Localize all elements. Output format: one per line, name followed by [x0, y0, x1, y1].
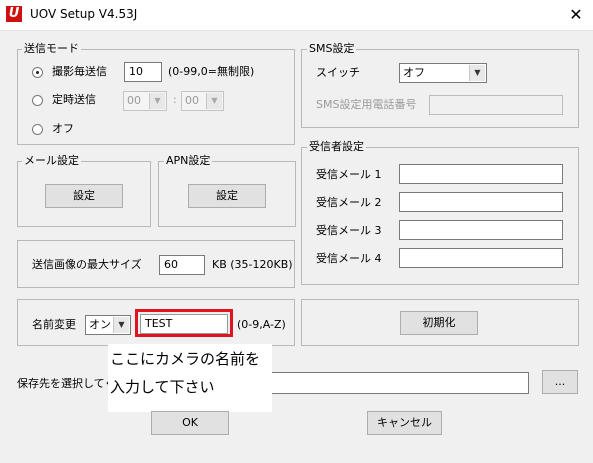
- window-title: UOV Setup V4.53J: [30, 7, 138, 21]
- recipient-email-input-2[interactable]: [399, 192, 563, 212]
- time-separator: :: [173, 93, 177, 106]
- cancel-button-label: キャンセル: [377, 416, 432, 429]
- image-size-input[interactable]: 60: [159, 255, 205, 275]
- cancel-button[interactable]: キャンセル: [367, 411, 442, 435]
- recipient-label-3: 受信メール 3: [316, 224, 382, 237]
- chevron-down-icon: ▼: [469, 65, 485, 81]
- sms-switch-value: オフ: [403, 66, 425, 79]
- browse-button-label: ...: [554, 375, 566, 388]
- recipient-label-1: 受信メール 1: [316, 168, 382, 181]
- rename-toggle-value: オン: [89, 318, 111, 331]
- ok-button-label: OK: [182, 416, 198, 429]
- chevron-down-icon: ▼: [149, 93, 165, 109]
- chevron-down-icon: ▼: [206, 93, 222, 109]
- per-shot-radio[interactable]: [32, 67, 43, 78]
- app-icon: U: [6, 6, 22, 22]
- mail-settings-button[interactable]: 設定: [45, 184, 123, 208]
- sms-phone-label: SMS設定用電話番号: [316, 98, 417, 111]
- rename-label: 名前変更: [32, 318, 76, 331]
- apn-settings-legend: APN設定: [164, 154, 213, 167]
- overlay-hint-line-2: 入力して下さい: [110, 378, 215, 396]
- recipient-label-2: 受信メール 2: [316, 196, 382, 209]
- browse-button[interactable]: ...: [542, 370, 578, 394]
- per-shot-count-input[interactable]: 10: [124, 62, 162, 82]
- recipient-email-input-1[interactable]: [399, 164, 563, 184]
- hour-value: 00: [127, 94, 141, 107]
- off-label[interactable]: オフ: [52, 122, 74, 136]
- ok-button[interactable]: OK: [151, 411, 229, 435]
- image-size-label: 送信画像の最大サイズ: [32, 258, 142, 271]
- off-radio[interactable]: [32, 124, 43, 135]
- recipient-email-input-4[interactable]: [399, 248, 563, 268]
- apn-settings-button[interactable]: 設定: [188, 184, 266, 208]
- recipient-email-input-3[interactable]: [399, 220, 563, 240]
- overlay-hint-line-1: ここにカメラの名前を: [110, 350, 261, 368]
- send-mode-legend: 送信モード: [22, 42, 81, 55]
- minute-select[interactable]: 00 ▼: [181, 91, 224, 111]
- save-location-input[interactable]: [268, 372, 529, 394]
- minute-value: 00: [185, 94, 199, 107]
- hour-select[interactable]: 00 ▼: [123, 91, 167, 111]
- recipients-legend: 受信者設定: [307, 140, 366, 153]
- recipient-label-4: 受信メール 4: [316, 252, 382, 265]
- mail-settings-legend: メール設定: [22, 154, 81, 167]
- per-shot-hint: (0-99,0=無制限): [168, 65, 255, 78]
- sms-settings-legend: SMS設定: [307, 42, 357, 55]
- overlay-hint: ここにカメラの名前を 入力して下さい: [108, 344, 272, 412]
- reset-button-label: 初期化: [422, 316, 456, 329]
- reset-button[interactable]: 初期化: [400, 311, 478, 335]
- per-shot-label[interactable]: 撮影毎送信: [52, 65, 107, 79]
- rename-toggle-select[interactable]: オン ▼: [85, 315, 131, 335]
- save-location-label: 保存先を選択してく: [17, 377, 116, 390]
- title-bar: U UOV Setup V4.53J ✕: [0, 0, 593, 31]
- rename-hint: (0-9,A-Z): [237, 318, 286, 331]
- chevron-down-icon: ▼: [113, 317, 129, 333]
- scheduled-radio[interactable]: [32, 95, 43, 106]
- mail-settings-button-label: 設定: [73, 189, 95, 202]
- close-icon[interactable]: ✕: [566, 5, 586, 25]
- sms-phone-input[interactable]: [429, 95, 563, 115]
- apn-settings-button-label: 設定: [216, 189, 238, 202]
- camera-name-input[interactable]: TEST: [140, 314, 228, 334]
- sms-settings-group: [301, 49, 579, 128]
- sms-switch-select[interactable]: オフ ▼: [399, 63, 487, 83]
- scheduled-label[interactable]: 定時送信: [52, 93, 96, 107]
- sms-switch-label: スイッチ: [316, 66, 360, 79]
- image-size-unit: KB (35-120KB): [212, 258, 293, 271]
